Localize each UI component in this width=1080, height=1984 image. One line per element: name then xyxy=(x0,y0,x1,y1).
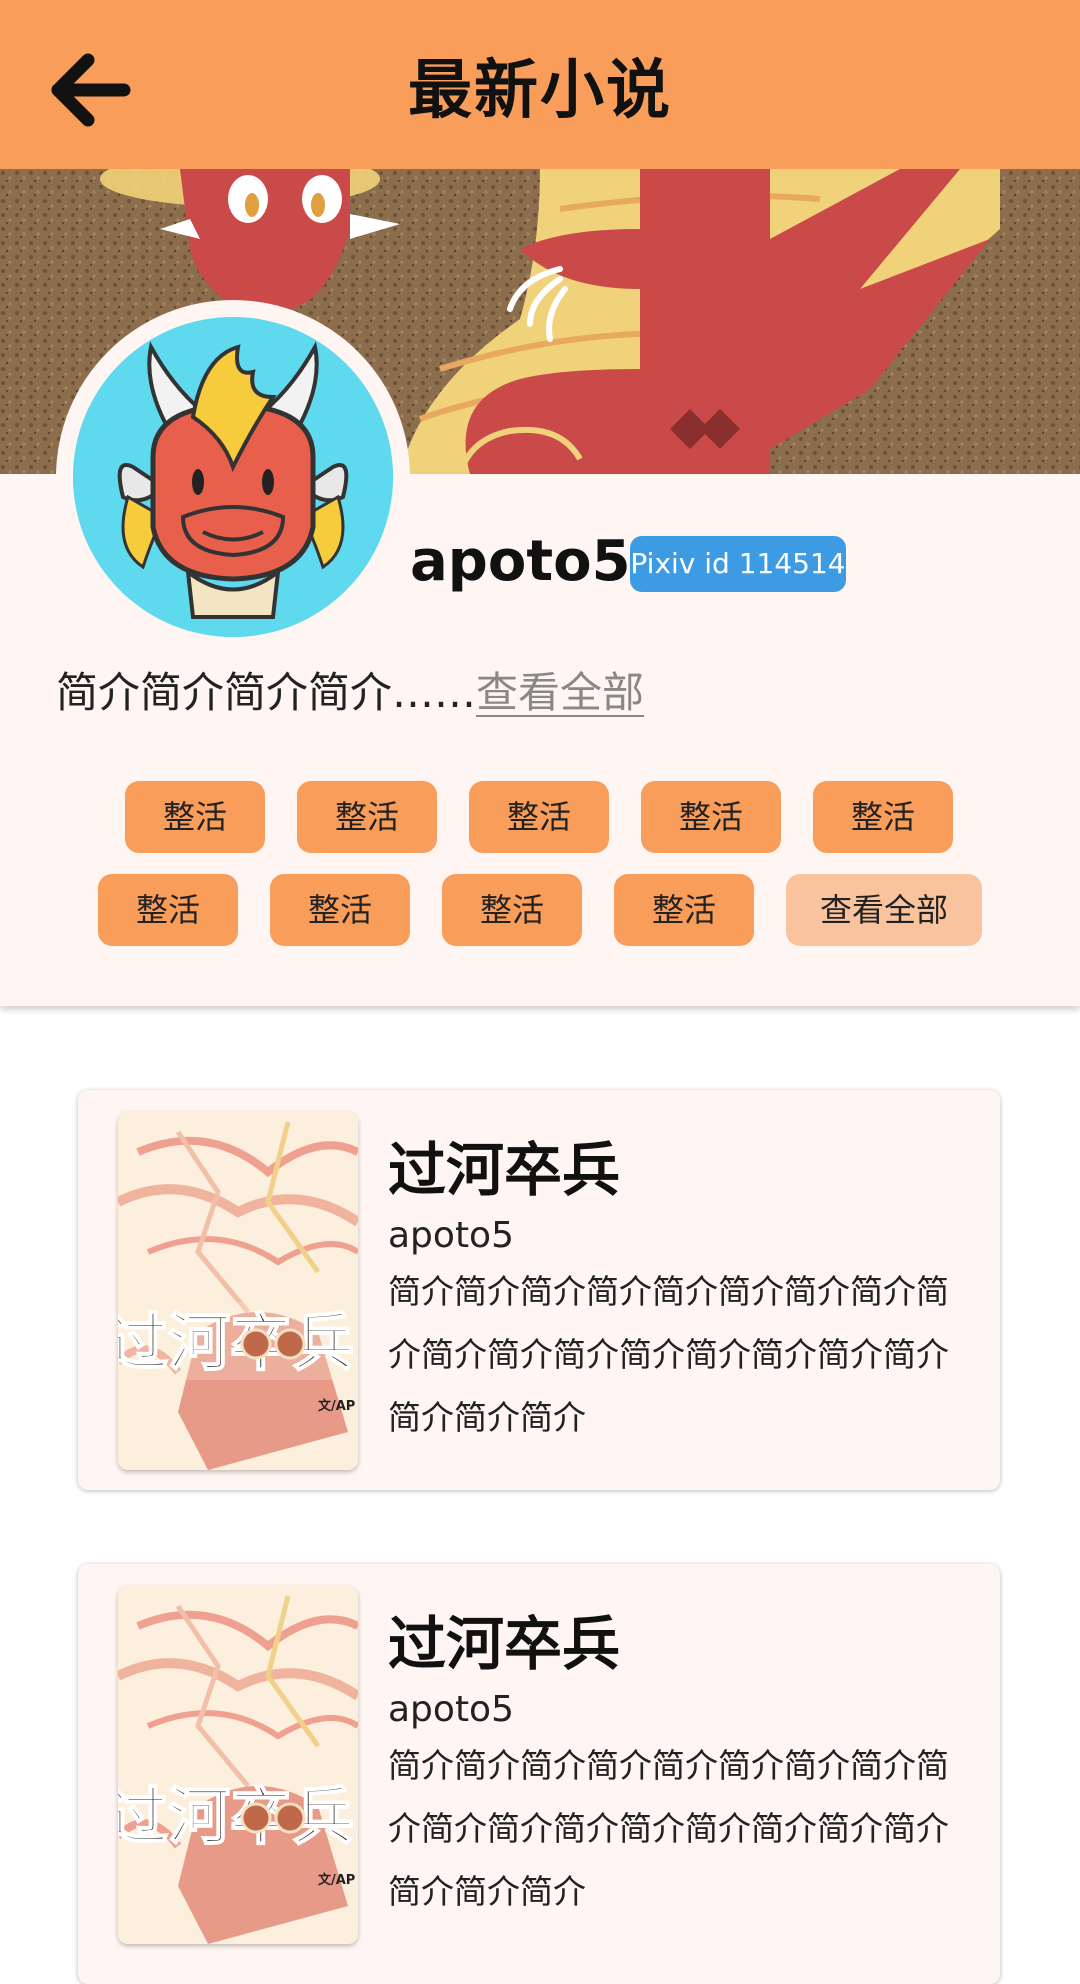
bio-text: 简介简介简介简介…… xyxy=(56,668,477,717)
tag-chip[interactable]: 整活 xyxy=(641,781,781,853)
pixiv-id-badge: Pixiv id 114514 xyxy=(630,536,846,592)
tag-chip[interactable]: 整活 xyxy=(442,874,582,946)
svg-text:文/AP: 文/AP xyxy=(318,1398,355,1414)
username: apoto5 xyxy=(410,529,631,594)
novel-description: 简介简介简介简介简介简介简介简介简介简介简介简介简介简介简介简介简介简介简介简介 xyxy=(388,1746,949,1911)
novel-author: apoto5 xyxy=(388,1689,514,1730)
profile-bio: 简介简介简介简介……查看全部 xyxy=(56,658,644,728)
tag-chip[interactable]: 整活 xyxy=(614,874,754,946)
top-app-bar: 最新小说 xyxy=(0,0,1080,169)
novel-author: apoto5 xyxy=(388,1215,514,1256)
novel-cover-image: 过河卒兵 文/AP xyxy=(118,1112,358,1470)
dragon-avatar-icon xyxy=(73,317,393,637)
bio-view-all-link[interactable]: 查看全部 xyxy=(476,668,644,717)
avatar[interactable] xyxy=(56,300,410,654)
tag-chip[interactable]: 整活 xyxy=(270,874,410,946)
novel-cover-image: 过河卒兵 文/AP xyxy=(118,1586,358,1944)
svg-text:文/AP: 文/AP xyxy=(318,1872,355,1888)
tag-chip[interactable]: 整活 xyxy=(297,781,437,853)
tag-chip[interactable]: 整活 xyxy=(125,781,265,853)
novel-card[interactable]: 过河卒兵 文/AP 过河卒兵 apoto5 简介简介简介简介简介简介简介简介简介… xyxy=(78,1564,1000,1984)
novel-title: 过河卒兵 xyxy=(388,1610,621,1678)
tags-view-all-button[interactable]: 查看全部 xyxy=(786,874,982,946)
tag-chip[interactable]: 整活 xyxy=(813,781,953,853)
novel-title: 过河卒兵 xyxy=(388,1136,621,1204)
novel-description: 简介简介简介简介简介简介简介简介简介简介简介简介简介简介简介简介简介简介简介简介 xyxy=(388,1272,949,1437)
page-title: 最新小说 xyxy=(408,54,672,128)
novel-card[interactable]: 过河卒兵 文/AP 过河卒兵 apoto5 简介简介简介简介简介简介简介简介简介… xyxy=(78,1090,1000,1490)
cover-title-text: 过河卒兵 xyxy=(118,1780,354,1853)
cover-title-text: 过河卒兵 xyxy=(118,1306,354,1379)
tag-chip[interactable]: 整活 xyxy=(469,781,609,853)
tag-chip[interactable]: 整活 xyxy=(98,874,238,946)
